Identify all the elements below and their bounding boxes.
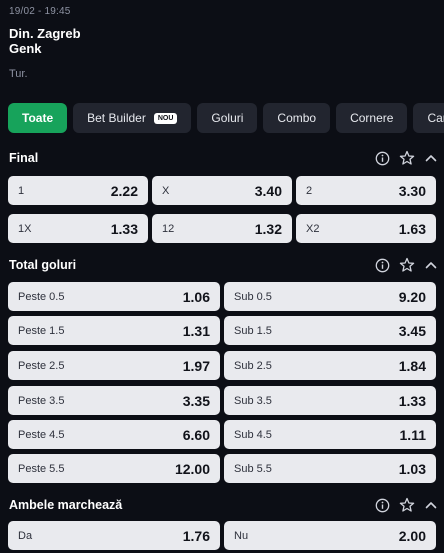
odd-button[interactable]: Peste 2.5 1.97 [8, 351, 220, 380]
odd-button[interactable]: Sub 3.5 1.33 [224, 386, 436, 415]
odd-value: 1.31 [182, 322, 210, 339]
odd-label: Peste 4.5 [18, 428, 65, 441]
odd-value: 3.45 [398, 322, 426, 339]
odd-label: Peste 3.5 [18, 394, 65, 407]
odd-label: Sub 4.5 [234, 428, 272, 441]
odd-label: 1 [18, 184, 25, 197]
odd-button[interactable]: Sub 0.5 9.20 [224, 282, 436, 311]
odd-button[interactable]: Sub 4.5 1.11 [224, 420, 436, 449]
odd-button[interactable]: Peste 1.5 1.31 [8, 316, 220, 345]
odd-button[interactable]: 1 2.22 [8, 176, 148, 205]
star-icon[interactable] [399, 497, 415, 513]
odd-value: 1.32 [254, 220, 282, 237]
tab-cornere[interactable]: Cornere [336, 103, 408, 133]
chevron-up-icon[interactable] [424, 258, 438, 272]
tab-combo[interactable]: Combo [263, 103, 331, 133]
odd-value: 1.11 [399, 426, 426, 443]
tab-label: Cornere [350, 111, 394, 125]
odd-button[interactable]: Nu 2.00 [224, 521, 436, 550]
odd-label: X2 [306, 222, 320, 235]
info-icon[interactable] [375, 151, 390, 166]
odd-value: 1.63 [398, 220, 426, 237]
match-datetime: 19/02 - 19:45 [9, 6, 71, 17]
tab-label: Bet Builder [87, 111, 146, 125]
star-icon[interactable] [399, 150, 415, 166]
section-actions-final [375, 150, 438, 166]
odd-label: Peste 0.5 [18, 290, 65, 303]
odd-value: 9.20 [398, 288, 426, 305]
odd-label: Sub 0.5 [234, 290, 272, 303]
section-title-total-goluri: Total goluri [9, 258, 77, 272]
odd-value: 12.00 [174, 460, 210, 477]
odd-value: 2.22 [110, 182, 138, 199]
tab-cartonase[interactable]: Cartonașe [413, 103, 444, 133]
odd-label: Peste 2.5 [18, 359, 65, 372]
odd-button[interactable]: Peste 4.5 6.60 [8, 420, 220, 449]
odd-button[interactable]: Peste 0.5 1.06 [8, 282, 220, 311]
odd-button[interactable]: 12 1.32 [152, 214, 292, 243]
odd-label: Sub 1.5 [234, 324, 272, 337]
chevron-up-icon[interactable] [424, 498, 438, 512]
odd-label: 1X [18, 222, 32, 235]
odd-button[interactable]: 1X 1.33 [8, 214, 148, 243]
odd-button[interactable]: X 3.40 [152, 176, 292, 205]
odd-value: 3.35 [182, 392, 210, 409]
market-tabs: Toate Bet Builder NOU Goluri Combo Corner… [8, 103, 444, 133]
new-badge: NOU [153, 112, 178, 124]
odd-button[interactable]: 2 3.30 [296, 176, 436, 205]
tab-label: Toate [22, 111, 54, 125]
match-stage: Tur. [9, 68, 28, 80]
tab-label: Combo [277, 111, 317, 125]
tab-goluri[interactable]: Goluri [197, 103, 258, 133]
section-title-final: Final [9, 151, 39, 165]
tab-label: Cartonașe [427, 111, 444, 125]
odd-button[interactable]: Sub 1.5 3.45 [224, 316, 436, 345]
section-actions-ambele [375, 497, 438, 513]
odd-button[interactable]: X2 1.63 [296, 214, 436, 243]
odd-label: Sub 5.5 [234, 462, 272, 475]
star-icon[interactable] [399, 257, 415, 273]
odd-value: 2.00 [398, 527, 426, 544]
odd-button[interactable]: Da 1.76 [8, 521, 220, 550]
tab-toate[interactable]: Toate [8, 103, 68, 133]
odd-value: 1.33 [398, 392, 426, 409]
odd-label: 2 [306, 184, 313, 197]
info-icon[interactable] [375, 498, 390, 513]
odd-value: 1.33 [110, 220, 138, 237]
odd-value: 3.30 [398, 182, 426, 199]
odd-value: 1.84 [398, 357, 426, 374]
odd-button[interactable]: Sub 2.5 1.84 [224, 351, 436, 380]
odd-value: 1.06 [182, 288, 210, 305]
match-header: 19/02 - 19:45 Din. Zagreb Genk Tur. [9, 6, 81, 80]
odd-button[interactable]: Peste 3.5 3.35 [8, 386, 220, 415]
odd-button[interactable]: Peste 5.5 12.00 [8, 454, 220, 483]
odd-value: 6.60 [182, 426, 210, 443]
tab-bet-builder[interactable]: Bet Builder NOU [73, 103, 192, 133]
odd-label: Nu [234, 529, 249, 542]
away-team: Genk [9, 41, 42, 56]
odd-label: X [162, 184, 170, 197]
odd-value: 3.40 [254, 182, 282, 199]
info-icon[interactable] [375, 258, 390, 273]
odd-label: Da [18, 529, 33, 542]
odd-label: 12 [162, 222, 175, 235]
odd-button[interactable]: Sub 5.5 1.03 [224, 454, 436, 483]
odd-value: 1.97 [182, 357, 210, 374]
section-actions-total-goluri [375, 257, 438, 273]
home-team: Din. Zagreb [9, 26, 81, 41]
odd-label: Peste 1.5 [18, 324, 65, 337]
odd-label: Sub 3.5 [234, 394, 272, 407]
odd-value: 1.76 [182, 527, 210, 544]
odd-label: Sub 2.5 [234, 359, 272, 372]
odd-value: 1.03 [398, 460, 426, 477]
odd-label: Peste 5.5 [18, 462, 65, 475]
section-title-ambele-marcheaza: Ambele marchează [9, 498, 123, 512]
tab-label: Goluri [211, 111, 244, 125]
chevron-up-icon[interactable] [424, 151, 438, 165]
